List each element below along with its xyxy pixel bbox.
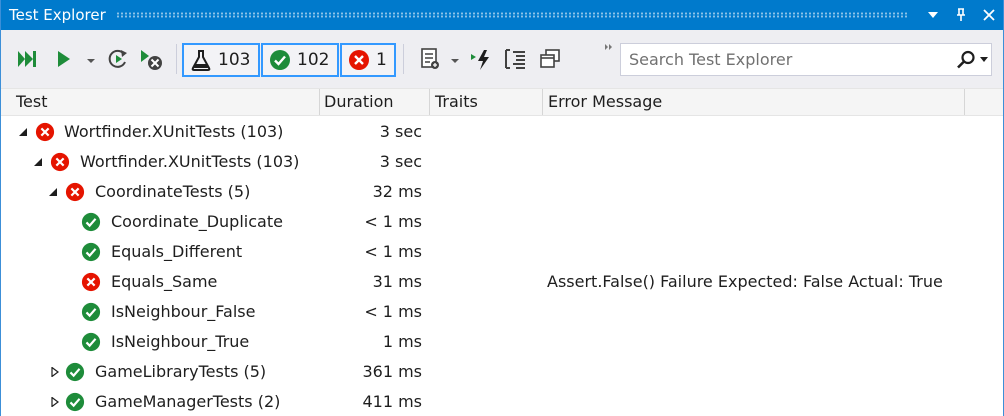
flask-icon xyxy=(191,50,211,71)
toolbar-overflow-grip[interactable] xyxy=(605,44,613,50)
group-by-button[interactable] xyxy=(503,48,527,70)
x-circle-icon xyxy=(81,272,101,292)
playlist-dropdown-icon[interactable] xyxy=(451,59,459,63)
x-circle-icon xyxy=(35,122,55,142)
window-title: Test Explorer xyxy=(9,6,106,24)
column-header-traits[interactable]: Traits xyxy=(430,89,478,115)
column-resizer[interactable] xyxy=(964,89,965,115)
check-circle-icon xyxy=(65,392,85,412)
expanded-arrow-icon[interactable] xyxy=(33,157,43,167)
test-name: GameLibraryTests (5) xyxy=(95,362,267,381)
live-unit-testing-button[interactable] xyxy=(469,48,493,72)
tree-row[interactable]: Wortfinder.XUnitTests (103) 3 sec xyxy=(1,117,1003,147)
tree-row[interactable]: GameManagerTests (2) 411 ms xyxy=(1,387,1003,416)
test-name: Wortfinder.XUnitTests (103) xyxy=(80,152,300,171)
check-circle-icon xyxy=(270,50,290,70)
check-circle-icon xyxy=(65,362,85,382)
open-window-icon xyxy=(540,49,560,68)
search-button[interactable] xyxy=(953,44,991,75)
search-box[interactable] xyxy=(620,43,992,76)
collapsed-arrow-icon[interactable] xyxy=(50,367,60,377)
check-circle-icon xyxy=(81,302,101,322)
test-name: Wortfinder.XUnitTests (103) xyxy=(64,122,284,141)
lightning-icon xyxy=(471,50,489,70)
run-button[interactable] xyxy=(57,50,71,68)
pin-icon[interactable] xyxy=(947,0,975,30)
total-tests-count: 103 xyxy=(218,50,251,70)
test-duration: < 1 ms xyxy=(364,302,422,321)
title-bar: Test Explorer xyxy=(1,0,1003,30)
title-bar-grip[interactable] xyxy=(115,12,909,18)
playlist-icon xyxy=(421,48,439,69)
tree-row[interactable]: CoordinateTests (5) 32 ms xyxy=(1,177,1003,207)
search-input[interactable] xyxy=(621,44,953,75)
close-icon[interactable] xyxy=(975,0,1003,30)
test-duration: 31 ms xyxy=(372,272,422,291)
open-window-button[interactable] xyxy=(539,48,561,70)
window-menu-dropdown-icon[interactable] xyxy=(919,0,947,30)
toolbar-separator xyxy=(403,44,404,74)
test-duration: 411 ms xyxy=(362,392,422,411)
repeat-last-run-icon xyxy=(108,49,127,68)
tree-row[interactable]: IsNeighbour_False < 1 ms xyxy=(1,297,1003,327)
failed-tests-filter[interactable]: 1 xyxy=(340,43,396,77)
test-name: IsNeighbour_True xyxy=(111,332,250,351)
check-circle-icon xyxy=(81,242,101,262)
run-icon xyxy=(58,51,70,67)
passed-tests-filter[interactable]: 102 xyxy=(261,43,339,77)
column-header-duration[interactable]: Duration xyxy=(319,89,394,115)
column-header-error-message[interactable]: Error Message xyxy=(543,89,662,115)
test-duration: < 1 ms xyxy=(364,212,422,231)
group-by-icon xyxy=(505,49,525,69)
check-circle-icon xyxy=(81,212,101,232)
test-duration: 3 sec xyxy=(379,122,422,141)
collapsed-arrow-icon[interactable] xyxy=(50,397,60,407)
test-duration: < 1 ms xyxy=(364,242,422,261)
tree-row[interactable]: Equals_Different < 1 ms xyxy=(1,237,1003,267)
check-circle-icon xyxy=(81,332,101,352)
passed-tests-count: 102 xyxy=(297,50,330,70)
toolbar: 103 102 1 xyxy=(1,30,1003,88)
test-duration: 361 ms xyxy=(362,362,422,381)
test-name: Equals_Same xyxy=(111,272,218,291)
test-tree: Wortfinder.XUnitTests (103) 3 sec Wortfi… xyxy=(1,117,1003,416)
column-header-test[interactable]: Test xyxy=(11,89,48,115)
tree-row[interactable]: GameLibraryTests (5) 361 ms xyxy=(1,357,1003,387)
tree-row[interactable]: Coordinate_Duplicate < 1 ms xyxy=(1,207,1003,237)
test-name: Coordinate_Duplicate xyxy=(111,212,283,231)
tree-row[interactable]: Wortfinder.XUnitTests (103) 3 sec xyxy=(1,147,1003,177)
search-dropdown-icon[interactable] xyxy=(980,57,988,62)
x-circle-icon xyxy=(50,152,70,172)
test-name: IsNeighbour_False xyxy=(111,302,256,321)
test-duration: 1 ms xyxy=(382,332,422,351)
run-all-icon xyxy=(18,51,36,67)
cancel-run-button[interactable] xyxy=(139,48,165,72)
tree-row[interactable]: IsNeighbour_True 1 ms xyxy=(1,327,1003,357)
run-dropdown-icon[interactable] xyxy=(87,59,95,63)
x-circle-icon xyxy=(65,182,85,202)
search-icon xyxy=(957,50,975,68)
x-circle-icon xyxy=(349,50,369,70)
playlist-button[interactable] xyxy=(419,47,441,71)
test-explorer-window: Test Explorer 103 102 1 Search Test Expl… xyxy=(0,0,1004,416)
test-duration: 32 ms xyxy=(372,182,422,201)
repeat-last-run-button[interactable] xyxy=(107,48,131,70)
run-all-button[interactable] xyxy=(17,50,37,68)
test-error-message: Assert.False() Failure Expected: False A… xyxy=(547,272,943,291)
expanded-arrow-icon[interactable] xyxy=(18,127,28,137)
cancel-run-icon xyxy=(141,50,162,70)
total-tests-filter[interactable]: 103 xyxy=(182,43,260,77)
toolbar-separator xyxy=(176,44,177,74)
test-duration: 3 sec xyxy=(379,152,422,171)
expanded-arrow-icon[interactable] xyxy=(48,187,58,197)
tree-row[interactable]: Equals_Same 31 ms Assert.False() Failure… xyxy=(1,267,1003,297)
test-name: Equals_Different xyxy=(111,242,243,261)
column-header-row: Test Duration Traits Error Message xyxy=(1,88,1003,116)
test-name: GameManagerTests (2) xyxy=(95,392,281,411)
failed-tests-count: 1 xyxy=(376,50,387,70)
test-name: CoordinateTests (5) xyxy=(95,182,251,201)
